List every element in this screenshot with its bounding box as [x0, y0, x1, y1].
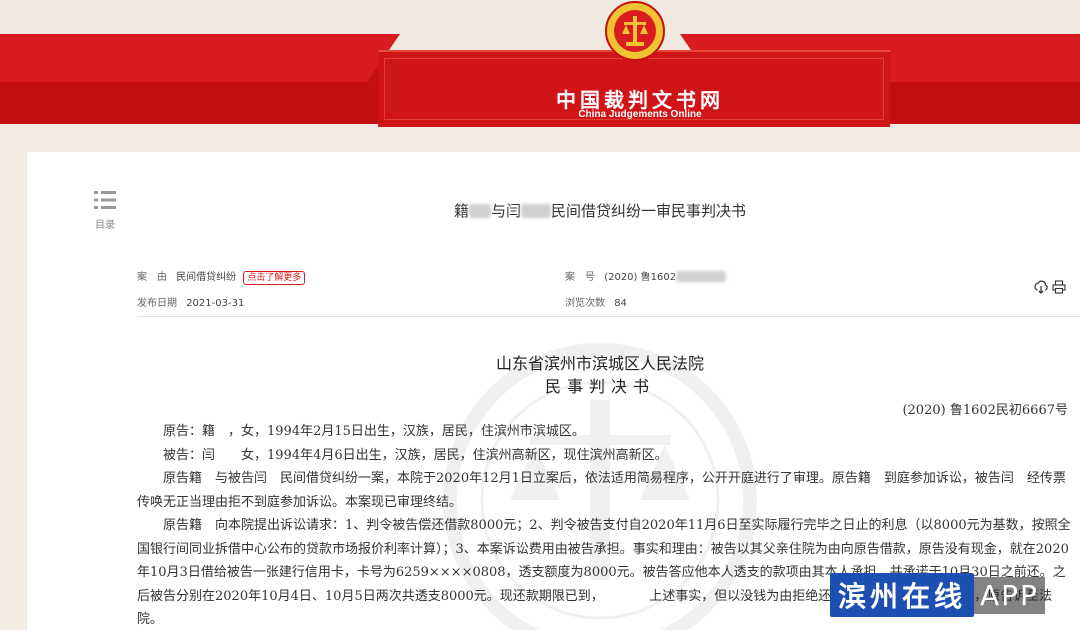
case-number: 案 号 (2020) 鲁1602 [565, 268, 727, 283]
list-icon [94, 191, 116, 209]
title-part: 与闫 [490, 202, 521, 220]
case-number-label: 案 号 [565, 272, 595, 283]
document-type: 民事判决书 [544, 377, 655, 396]
full-case-number: (2020) 鲁1602民初6667号 [902, 403, 1068, 418]
redaction [521, 204, 551, 218]
court-name: 山东省滨州市滨城区人民法院 [495, 354, 704, 373]
case-cause-label: 案 由 [137, 272, 167, 283]
view-count: 浏览次数 84 [565, 294, 627, 309]
views-label: 浏览次数 [565, 298, 605, 309]
case-cause-value: 民间借贷纠纷 [176, 272, 237, 283]
title-part: 籍 [453, 202, 469, 220]
header-divider [137, 316, 1080, 317]
print-icon[interactable] [1052, 280, 1066, 294]
redaction [676, 271, 727, 282]
paragraph: 被告：闫 女，1994年4月6日出生，汉族，居民，住滨州高新区，现住滨州高新区。 [163, 447, 668, 463]
case-cause: 案 由 民间借贷纠纷 点击了解更多 [137, 268, 306, 285]
learn-more-button[interactable]: 点击了解更多 [243, 271, 306, 285]
publish-date: 发布日期 2021-03-31 [137, 294, 244, 309]
site-subtitle: China Judgements Online [578, 109, 702, 120]
paragraph: 原告籍 与被告闫 民间借贷纠纷一案，本院于2020年12月1日立案后，依法适用简… [137, 471, 1066, 510]
publish-date-value: 2021-03-31 [186, 298, 245, 309]
redaction [468, 204, 491, 218]
document-title: 籍 与闫 民间借贷纠纷一审民事判决书 [300, 200, 900, 221]
publish-date-label: 发布日期 [137, 298, 177, 309]
toc-label: 目录 [95, 220, 115, 231]
app-brand: 滨州在线 [830, 573, 975, 617]
case-number-value: (2020) 鲁1602 [604, 272, 677, 283]
paragraph: 原告：籍 ，女，1994年2月15日出生，汉族，居民，住滨州市滨城区。 [163, 424, 585, 439]
title-part: 民间借贷纠纷一审民事判决书 [551, 202, 747, 220]
document-actions [1034, 280, 1066, 298]
court-emblem-icon [605, 1, 665, 61]
download-icon[interactable] [1034, 280, 1048, 294]
header-ribbon-left [0, 34, 400, 82]
app-watermark: 滨州在线 APP [830, 572, 1045, 618]
views-value: 84 [614, 298, 627, 309]
site-header: 中国裁判文书网 China Judgements Online [0, 0, 1080, 127]
app-suffix: APP [974, 576, 1045, 614]
toc-button[interactable]: 目录 [90, 190, 120, 231]
